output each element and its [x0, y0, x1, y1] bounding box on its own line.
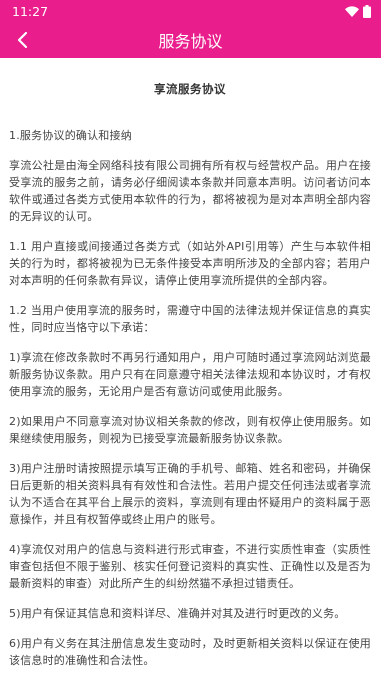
agreement-content[interactable]: 享流服务协议 1.服务协议的确认和接纳 享流公社是由海全网络科技有限公司拥有所有…: [0, 58, 381, 678]
paragraph: 1.2 当用户使用享流的服务时，需遵守中国的法律法规并保证信息的真实性，同时应当…: [9, 304, 371, 334]
back-button[interactable]: [10, 27, 36, 53]
section-heading: 1.服务协议的确认和接纳: [9, 129, 132, 142]
app-bar: 服务协议: [0, 22, 381, 58]
paragraph: 2)如果用户不同意享流对协议相关条款的修改，则有权停止使用服务。如果继续使用服务…: [9, 415, 371, 445]
paragraph: 3)用户注册时请按照提示填写正确的手机号、邮箱、姓名和密码，并确保日后更新的相关…: [9, 462, 371, 526]
paragraph: 享流公社是由海全网络科技有限公司拥有所有权与经营权产品。用户在接受享流的服务之前…: [9, 159, 371, 223]
document-title: 享流服务协议: [154, 82, 226, 96]
status-bar: 11:27: [0, 0, 381, 22]
paragraph: 6)用户有义务在其注册信息发生变动时，及时更新相关资料以保证在使用该信息时的准确…: [9, 637, 371, 667]
wifi-icon: [345, 5, 359, 17]
status-time: 11:27: [12, 3, 49, 19]
status-icons: [345, 4, 371, 18]
page-title: 服务协议: [158, 32, 223, 51]
paragraph: 4)享流仅对用户的信息与资料进行形式审查，不进行实质性审查（实质性审查包括但不限…: [9, 543, 371, 590]
paragraph: 1.1 用户直接或间接通过各类方式（如站外API引用等）产生与本软件相关的行为时…: [9, 240, 371, 287]
chevron-left-icon: [17, 31, 28, 49]
battery-icon: [363, 4, 371, 18]
paragraph: 1)享流在修改条款时不再另行通知用户，用户可随时通过享流网站浏览最新服务协议条款…: [9, 351, 371, 398]
paragraph: 5)用户有保证其信息和资料详尽、准确并对其及进行时更改的义务。: [9, 607, 346, 620]
